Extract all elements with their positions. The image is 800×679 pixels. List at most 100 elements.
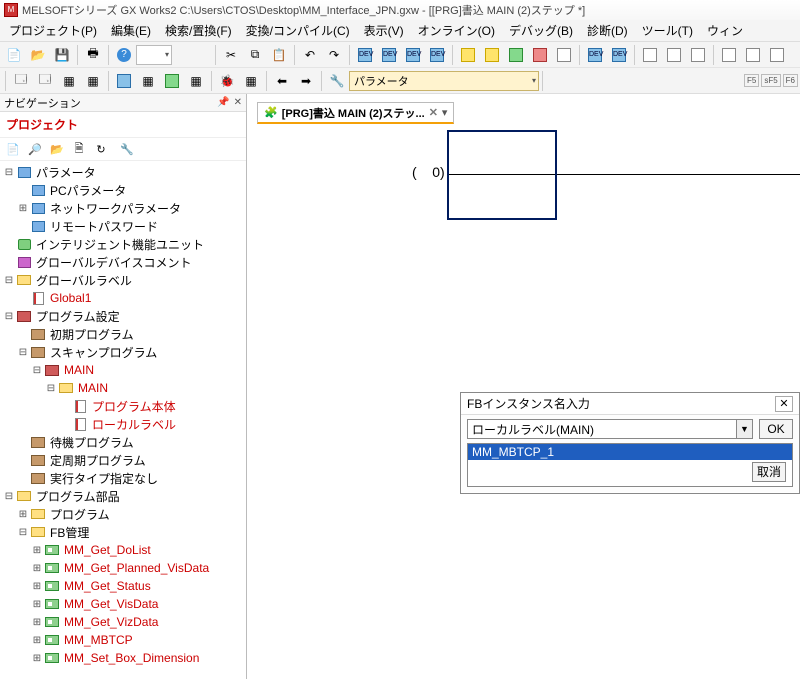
tree-intelli[interactable]: インテリジェント機能ユニット (34, 236, 206, 253)
paste-button[interactable]: 📋 (268, 44, 290, 66)
menu-project[interactable]: プロジェクト(P) (2, 20, 104, 41)
tree-init-prog[interactable]: 初期プログラム (48, 326, 136, 343)
tw-fb5[interactable]: ⊞ (30, 617, 44, 628)
reg-btn-5[interactable] (457, 44, 479, 66)
tree-fb1[interactable]: MM_Get_DoList (62, 543, 153, 557)
tb2-btn-6[interactable]: ▦ (137, 70, 159, 92)
reg-btn-8[interactable] (529, 44, 551, 66)
tree-pc-param[interactable]: PCパラメータ (48, 182, 128, 199)
dialog-close-button[interactable]: ✕ (775, 396, 793, 412)
tree-program[interactable]: プログラム (48, 506, 112, 523)
tw-fb3[interactable]: ⊞ (30, 581, 44, 592)
menu-search[interactable]: 検索/置換(F) (158, 20, 239, 41)
ladder-cell-2[interactable] (447, 174, 557, 220)
reg-btn-1[interactable]: DEV (354, 44, 376, 66)
tree-gdev[interactable]: グローバルデバイスコメント (34, 254, 194, 271)
tree-prog-setting[interactable]: プログラム設定 (34, 308, 122, 325)
tree-fb6[interactable]: MM_MBTCP (62, 633, 135, 647)
nav-tb-2[interactable]: 🔎 (26, 140, 44, 158)
reg-btn-6[interactable] (481, 44, 503, 66)
tb2-btn-4[interactable]: ▦ (82, 70, 104, 92)
tb2-btn-5[interactable] (113, 70, 135, 92)
nav-tb-5[interactable]: ↻ (92, 140, 110, 158)
tw-fb7[interactable]: ⊞ (30, 653, 44, 664)
tw-progparts[interactable]: ⊟ (2, 491, 16, 502)
dialog-selected-item[interactable]: MM_MBTCP_1 (468, 444, 792, 460)
menu-tool[interactable]: ツール(T) (635, 20, 700, 41)
tw-program[interactable]: ⊞ (16, 509, 30, 520)
tb2-btn-11[interactable]: ⬅ (271, 70, 293, 92)
tb2-btn-8[interactable]: ▦ (185, 70, 207, 92)
tree-standby[interactable]: 待機プログラム (48, 434, 136, 451)
reg-btn-4[interactable]: DEV (426, 44, 448, 66)
dialog-combo[interactable]: ローカルラベル(MAIN) ▼ (467, 419, 753, 439)
nav-close-icon[interactable]: ✕ (234, 97, 242, 108)
tab-menu-icon[interactable]: ▾ (442, 106, 448, 119)
tree-glabel[interactable]: グローバルラベル (34, 272, 134, 289)
tree-fb2[interactable]: MM_Get_Planned_VisData (62, 561, 211, 575)
param-combo[interactable]: パラメータ ▾ (349, 71, 539, 91)
tb2-param-icon[interactable]: 🔧 (326, 70, 348, 92)
tw-fbmgmt[interactable]: ⊟ (16, 527, 30, 538)
save-button[interactable]: 💾 (51, 44, 73, 66)
tw-progset[interactable]: ⊟ (2, 311, 16, 322)
tree-local-label[interactable]: ローカルラベル (90, 416, 178, 433)
tree-param[interactable]: パラメータ (34, 164, 98, 181)
tb2-btn-9[interactable]: 🐞 (216, 70, 238, 92)
tb2-btn-10[interactable]: ▦ (240, 70, 262, 92)
tree-fb7[interactable]: MM_Set_Box_Dimension (62, 651, 201, 665)
tree-prog-parts[interactable]: プログラム部品 (34, 488, 122, 505)
tw-net[interactable]: ⊞ (16, 203, 30, 214)
pin-icon[interactable]: 📌 (217, 97, 229, 108)
reg-btn-14[interactable] (687, 44, 709, 66)
tree-exec-none[interactable]: 実行タイプ指定なし (48, 470, 160, 487)
nav-tb-1[interactable]: 📄 (4, 140, 22, 158)
tree-fb5[interactable]: MM_Get_VizData (62, 615, 160, 629)
reg-btn-13[interactable] (663, 44, 685, 66)
dialog-list[interactable]: MM_MBTCP_1 取消 (467, 443, 793, 487)
tw-main1[interactable]: ⊟ (30, 365, 44, 376)
dialog-ok-button[interactable]: OK (759, 419, 793, 439)
tab-close-icon[interactable]: ✕ (429, 106, 438, 119)
menu-view[interactable]: 表示(V) (357, 20, 411, 41)
menu-debug[interactable]: デバッグ(B) (502, 20, 580, 41)
fkey-f6[interactable]: F6 (783, 74, 798, 87)
tree-fixed[interactable]: 定周期プログラム (48, 452, 148, 469)
menu-convert[interactable]: 変換/コンパイル(C) (239, 20, 357, 41)
reg-btn-3[interactable]: DEV (402, 44, 424, 66)
menu-online[interactable]: オンライン(O) (411, 20, 502, 41)
tree-global1[interactable]: Global1 (48, 291, 93, 305)
new-button[interactable]: 📄 (3, 44, 25, 66)
tw-main2[interactable]: ⊟ (44, 383, 58, 394)
copy-button[interactable]: ⧉ (244, 44, 266, 66)
reg-btn-7[interactable] (505, 44, 527, 66)
undo-button[interactable]: ↶ (299, 44, 321, 66)
tw-fb2[interactable]: ⊞ (30, 563, 44, 574)
tree-remote-pw[interactable]: リモートパスワード (48, 218, 160, 235)
fkey-sf5[interactable]: sF5 (761, 74, 780, 87)
nav-tb-3[interactable]: 📂 (48, 140, 66, 158)
cut-button[interactable]: ✂ (220, 44, 242, 66)
tw-scan[interactable]: ⊟ (16, 347, 30, 358)
tw-fb4[interactable]: ⊞ (30, 599, 44, 610)
tree-fb-mgmt[interactable]: FB管理 (48, 524, 91, 541)
redo-button[interactable]: ↷ (323, 44, 345, 66)
document-tab[interactable]: 🧩 [PRG]書込 MAIN (2)ステッ... ✕ ▾ (257, 102, 454, 124)
tb2-btn-2[interactable]: 🗔 (34, 70, 56, 92)
menu-edit[interactable]: 編集(E) (104, 20, 158, 41)
tree-net-param[interactable]: ネットワークパラメータ (48, 200, 183, 217)
tw-param[interactable]: ⊟ (2, 167, 16, 178)
tree-fb3[interactable]: MM_Get_Status (62, 579, 153, 593)
reg-btn-9[interactable] (553, 44, 575, 66)
tb2-btn-3[interactable]: ▦ (58, 70, 80, 92)
tw-fb1[interactable]: ⊞ (30, 545, 44, 556)
zoom-combo[interactable]: ▾ (136, 45, 172, 65)
tree-main2[interactable]: MAIN (76, 381, 110, 395)
nav-tb-6[interactable]: 🔧 (118, 140, 136, 158)
dialog-cancel-button[interactable]: 取消 (752, 462, 786, 482)
reg-btn-11[interactable]: DEV (608, 44, 630, 66)
tb2-btn-7[interactable] (161, 70, 183, 92)
menu-diag[interactable]: 診断(D) (580, 20, 635, 41)
help-button[interactable]: ? (113, 44, 135, 66)
tree-main1[interactable]: MAIN (62, 363, 96, 377)
